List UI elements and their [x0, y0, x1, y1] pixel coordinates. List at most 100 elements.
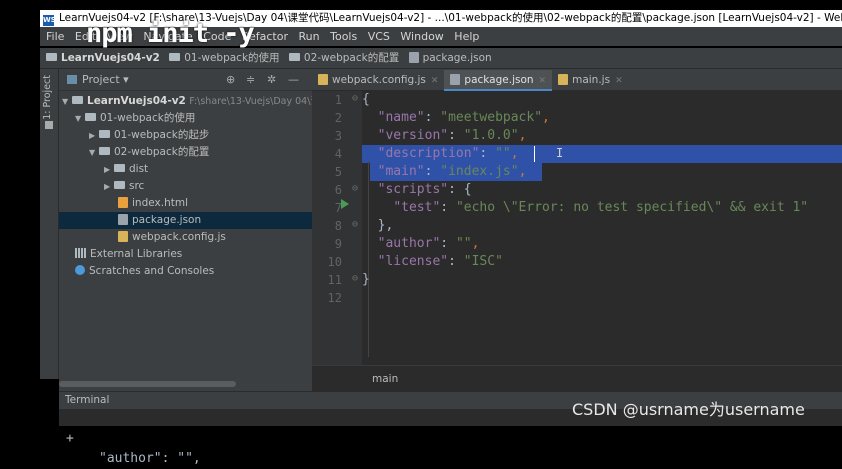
tree-item-scratches[interactable]: Scratches and Consoles	[59, 263, 328, 280]
expand-arrow-icon: ▼	[75, 114, 82, 123]
line-number: 8	[334, 219, 342, 233]
webstorm-app-icon: WS	[43, 15, 56, 26]
close-icon[interactable]: ✕	[539, 76, 547, 86]
line-number: 3	[334, 129, 342, 143]
editor-breadcrumb-bar: main	[312, 365, 842, 392]
code-line: "scripts": {	[377, 182, 472, 197]
code-line: }	[362, 272, 370, 287]
tab-package-json[interactable]: package.json ✕	[444, 70, 553, 91]
project-view-selector[interactable]: Project ▾	[67, 69, 129, 90]
menu-window[interactable]: Window	[400, 27, 443, 46]
fold-marker-icon[interactable]: ⊖	[352, 93, 358, 104]
collapse-icon[interactable]: ≑	[246, 69, 255, 90]
html-file-icon	[118, 197, 128, 208]
folder-icon	[99, 130, 110, 138]
text-caret	[534, 146, 535, 162]
editor-breadcrumb[interactable]: main	[372, 373, 398, 385]
line-number: 5	[334, 165, 342, 179]
navigation-breadcrumb: LearnVuejs04-v2 01-webpack的使用 02-webpack…	[40, 48, 842, 69]
gear-icon[interactable]: ✲	[267, 69, 276, 90]
tree-item-external-libraries[interactable]: External Libraries	[59, 246, 328, 263]
line-number: 2	[334, 111, 342, 125]
close-icon[interactable]: ✕	[431, 76, 439, 86]
terminal-title[interactable]: Terminal	[65, 392, 109, 409]
editor-gutter: 1 2 3 4 5 6 7 8 9 10 11 12 ⊖ ⊖ ⊖ ⊖	[312, 91, 362, 365]
code-line: "version": "1.0.0",	[377, 128, 527, 143]
ibeam-cursor-icon: I	[556, 146, 564, 160]
folder-icon	[288, 53, 300, 61]
fold-marker-icon[interactable]: ⊖	[352, 183, 358, 194]
library-icon	[75, 248, 86, 258]
line-number: 12	[327, 291, 342, 305]
new-terminal-icon[interactable]: +	[66, 429, 74, 449]
tree-item-folder[interactable]: ▼ 02-webpack的配置	[59, 144, 342, 161]
tree-item-folder[interactable]: ▼ 01-webpack的使用	[59, 110, 328, 127]
code-line: "license": "ISC"	[377, 254, 503, 269]
menu-file[interactable]: File	[46, 27, 64, 46]
folder-icon	[85, 113, 96, 121]
expand-arrow-icon: ▼	[62, 97, 69, 106]
editor-tabs: webpack.config.js ✕ package.json ✕ main.js ✕	[312, 69, 842, 91]
js-file-icon	[558, 74, 569, 85]
scratches-icon	[75, 265, 85, 275]
overlay-command-caption: npm init -y	[86, 18, 255, 49]
code-line: },	[377, 218, 394, 233]
code-line: "name": "meetwebpack",	[377, 110, 550, 125]
folder-icon	[114, 164, 125, 172]
collapse-arrow-icon: ▶	[89, 131, 96, 140]
tab-webpack-config[interactable]: webpack.config.js ✕	[312, 70, 444, 91]
menu-run[interactable]: Run	[299, 27, 320, 46]
line-number: 11	[327, 273, 342, 287]
code-line: "author": "",	[377, 236, 480, 251]
code-line: "description": "",	[377, 146, 519, 161]
json-file-icon	[408, 52, 419, 63]
json-file-icon	[118, 214, 128, 225]
code-line: {	[362, 92, 370, 107]
breadcrumb-project[interactable]: LearnVuejs04-v2	[46, 48, 160, 68]
close-icon[interactable]: ✕	[615, 76, 623, 86]
tool-window-strip: 1: Project	[40, 69, 59, 379]
js-file-icon	[318, 74, 328, 85]
line-number: 4	[334, 147, 342, 161]
collapse-arrow-icon: ▶	[104, 182, 111, 191]
run-script-icon[interactable]	[341, 199, 349, 209]
line-number: 10	[327, 255, 342, 269]
watermark: CSDN @usrname为username	[572, 400, 805, 419]
folder-icon	[72, 96, 83, 104]
fold-marker-icon[interactable]: ⊖	[352, 219, 358, 230]
breadcrumb-file[interactable]: package.json	[408, 48, 492, 68]
project-side-tab[interactable]: 1: Project	[42, 75, 53, 120]
code-line: "main": "index.js",	[377, 164, 527, 179]
terminal-output: "author": "",	[99, 451, 201, 466]
tab-main-js[interactable]: main.js ✕	[552, 70, 629, 91]
folder-icon	[99, 147, 110, 155]
line-number: 7	[334, 201, 342, 215]
tree-item-project-root[interactable]: ▼ LearnVuejs04-v2 F:\share\13-Vuejs\Day 0…	[59, 93, 320, 110]
line-number: 9	[334, 237, 342, 251]
collapse-arrow-icon: ▶	[104, 165, 111, 174]
json-file-icon	[450, 74, 461, 85]
folder-icon	[114, 181, 125, 189]
menu-tools[interactable]: Tools	[330, 27, 357, 46]
horizontal-scrollbar[interactable]	[59, 381, 236, 387]
code-editor[interactable]: { "name": "meetwebpack", "version": "1.0…	[362, 91, 842, 365]
locate-icon[interactable]: ⊕	[226, 69, 235, 90]
line-number: 1	[334, 93, 342, 107]
menu-help[interactable]: Help	[454, 27, 479, 46]
expand-arrow-icon: ▼	[89, 148, 96, 157]
line-number: 6	[334, 183, 342, 197]
folder-icon	[169, 53, 181, 61]
structure-side-icon[interactable]	[45, 121, 53, 129]
breadcrumb-folder-2[interactable]: 02-webpack的配置	[288, 48, 399, 68]
breadcrumb-folder-1[interactable]: 01-webpack的使用	[169, 48, 280, 68]
project-panel-header: Project ▾ ⊕ ≑ ✲ —	[59, 69, 312, 91]
menu-vcs[interactable]: VCS	[368, 27, 390, 46]
video-left-margin	[0, 0, 40, 426]
tree-item-folder[interactable]: ▶ 01-webpack的起步	[59, 127, 342, 144]
project-icon	[67, 75, 77, 84]
project-panel: Project ▾ ⊕ ≑ ✲ — ▼ LearnVuejs04-v2 F:\sh…	[59, 69, 371, 391]
folder-icon	[46, 53, 57, 61]
js-file-icon	[118, 231, 128, 242]
hide-icon[interactable]: —	[288, 69, 299, 90]
fold-marker-icon[interactable]: ⊖	[352, 273, 358, 284]
